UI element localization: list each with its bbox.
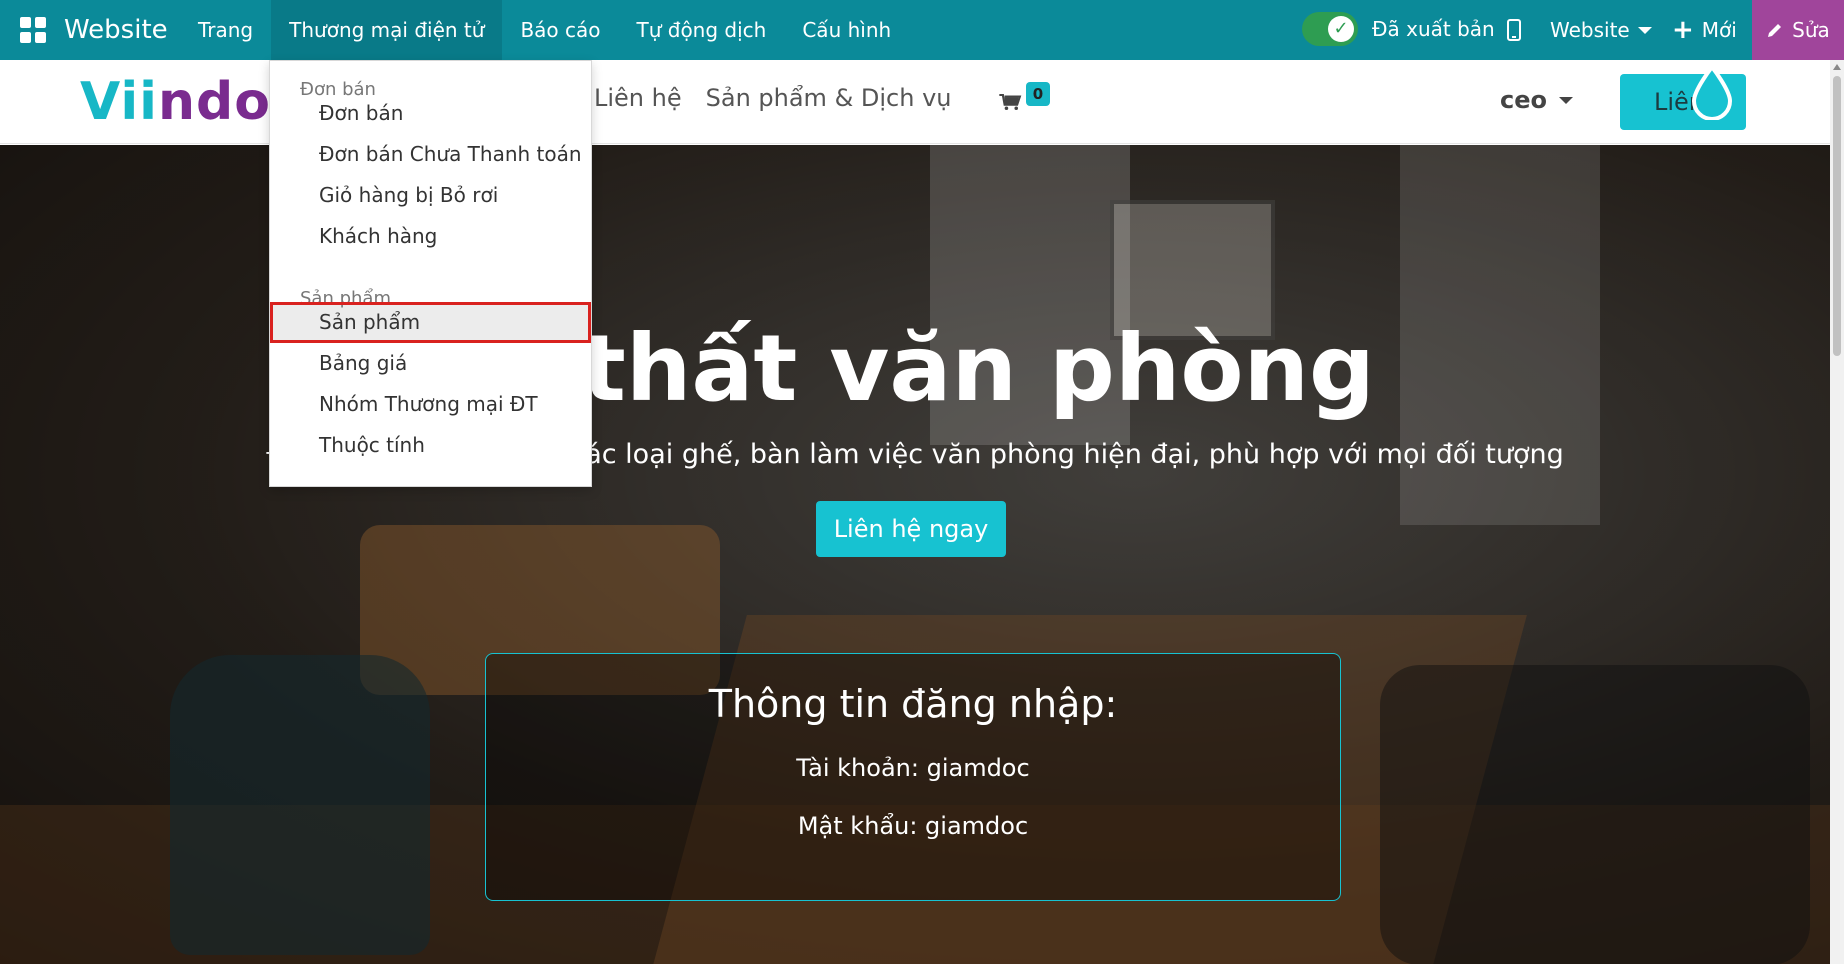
new-button[interactable]: + Mới — [1672, 0, 1737, 60]
ecommerce-dropdown: Đơn bán Đơn bán Đơn bán Chưa Thanh toán … — [269, 60, 592, 487]
logo-part-1: Vii — [80, 72, 158, 132]
hero-background-chair — [170, 655, 430, 955]
cart[interactable]: 0 — [996, 82, 1056, 122]
publish-toggle-group: ✓ Đã xuất bản — [1302, 12, 1495, 46]
edit-button[interactable]: Sửa — [1752, 0, 1844, 60]
site-nav: Liên hệ Sản phẩm & Dịch vụ — [594, 84, 952, 112]
website-switcher-label: Website — [1550, 18, 1630, 42]
scroll-up-arrow-icon[interactable] — [1833, 64, 1841, 70]
cart-count-badge: 0 — [1026, 82, 1050, 106]
dropdown-item-customers[interactable]: Khách hàng — [270, 216, 591, 257]
contact-now-button[interactable]: Liên hệ ngay — [816, 501, 1006, 557]
menu-item-reports[interactable]: Báo cáo — [502, 0, 618, 60]
dropdown-section-header: Sản phẩm — [300, 288, 391, 309]
pencil-icon — [1768, 24, 1782, 37]
admin-navbar: Website Trang Thương mại điện tử Báo cáo… — [0, 0, 1844, 60]
app-name[interactable]: Website — [64, 0, 168, 60]
nav-contact[interactable]: Liên hệ — [594, 84, 682, 112]
menu-item-config[interactable]: Cấu hình — [784, 0, 909, 60]
user-name: ceo — [1500, 86, 1547, 114]
new-button-label: Mới — [1701, 18, 1737, 42]
check-icon: ✓ — [1328, 16, 1354, 42]
admin-menu: Trang Thương mại điện tử Báo cáo Tự động… — [180, 0, 909, 60]
caret-down-icon — [1637, 26, 1652, 34]
website-switcher[interactable]: Website — [1550, 0, 1652, 60]
dropdown-item-attributes[interactable]: Thuộc tính — [270, 425, 591, 466]
dropdown-item-sales-orders[interactable]: Đơn bán — [270, 93, 591, 134]
login-info-box: Thông tin đăng nhập: Tài khoản: giamdoc … — [485, 653, 1341, 901]
dropdown-item-abandoned-carts[interactable]: Giỏ hàng bị Bỏ rơi — [270, 175, 591, 216]
dropdown-item-ecommerce-categories[interactable]: Nhóm Thương mại ĐT — [270, 384, 591, 425]
user-menu[interactable]: ceo — [1500, 86, 1573, 114]
publish-toggle[interactable]: ✓ — [1302, 12, 1358, 46]
dropdown-item-unpaid-orders[interactable]: Đơn bán Chưa Thanh toán — [270, 134, 591, 175]
apps-grid-icon[interactable] — [20, 17, 46, 43]
menu-item-ecommerce[interactable]: Thương mại điện tử — [271, 0, 503, 60]
menu-item-trang[interactable]: Trang — [180, 0, 271, 60]
login-username: Tài khoản: giamdoc — [796, 754, 1030, 782]
dropdown-item-pricelists[interactable]: Bảng giá — [270, 343, 591, 384]
cart-icon — [999, 94, 1022, 110]
mobile-preview-icon[interactable] — [1507, 19, 1521, 41]
menu-item-auto-translate[interactable]: Tự động dịch — [619, 0, 785, 60]
login-password: Mật khẩu: giamdoc — [797, 812, 1029, 840]
nav-products-services[interactable]: Sản phẩm & Dịch vụ — [706, 84, 952, 112]
water-drop-icon — [1691, 64, 1733, 120]
hero-background-chair — [1380, 665, 1810, 964]
published-label[interactable]: Đã xuất bản — [1372, 17, 1495, 41]
scrollbar-thumb[interactable] — [1833, 76, 1841, 356]
page-scrollbar[interactable] — [1830, 60, 1844, 964]
caret-down-icon — [1559, 96, 1573, 104]
plus-icon: + — [1672, 15, 1694, 45]
edit-button-label: Sửa — [1792, 18, 1830, 42]
dropdown-section-header: Đơn bán — [300, 79, 376, 100]
dropdown-item-products[interactable]: Sản phẩm — [270, 302, 591, 343]
login-info-title: Thông tin đăng nhập: — [708, 682, 1118, 726]
